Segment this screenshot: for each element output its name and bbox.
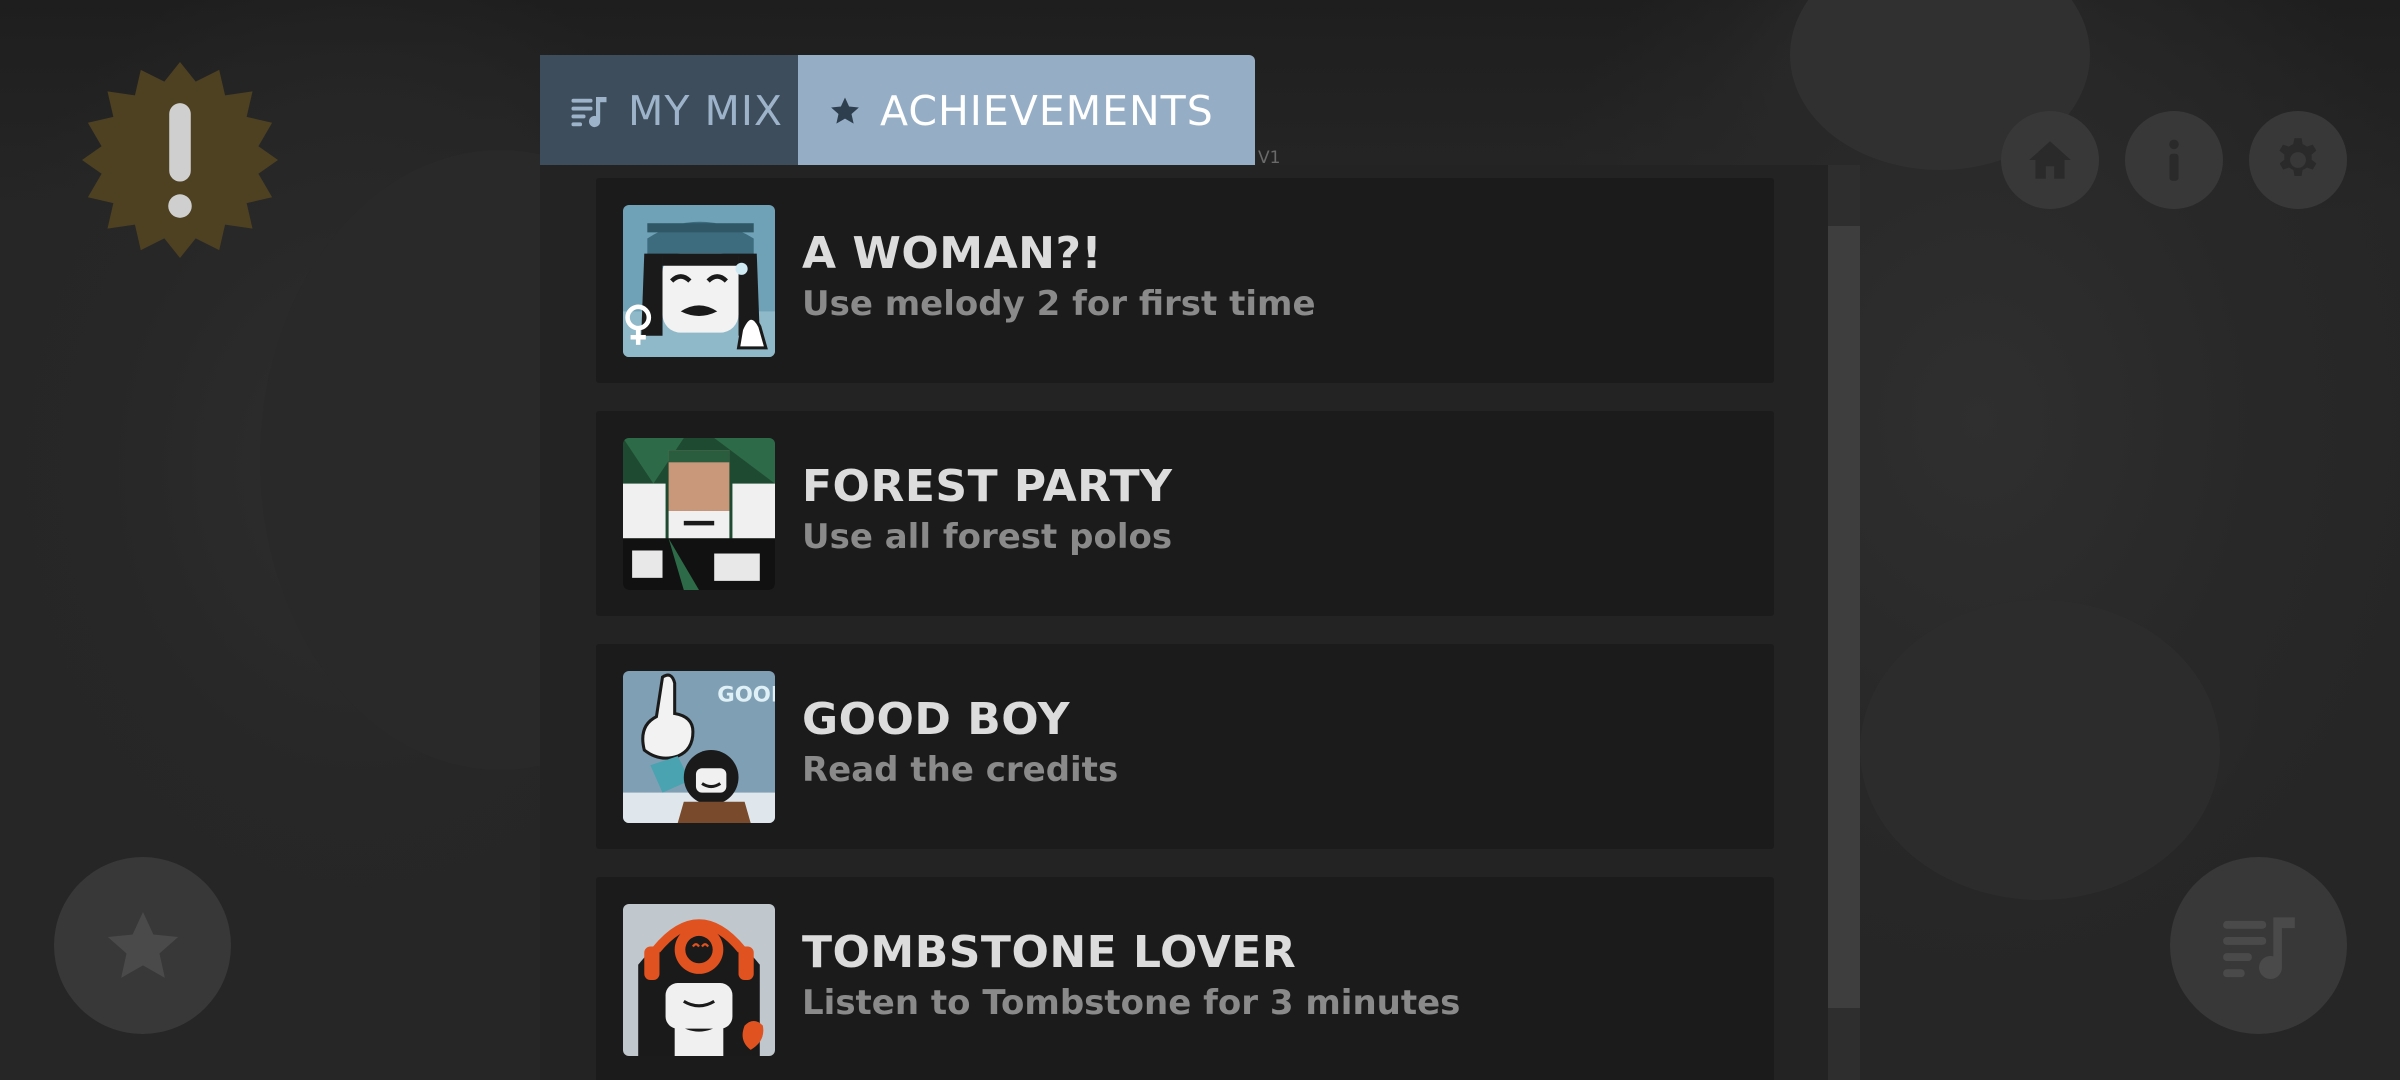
achievement-image [623, 438, 775, 590]
woman-character-image [623, 205, 775, 357]
achievements-button[interactable] [54, 857, 231, 1034]
good-boy-image: GOOD BOY [623, 671, 775, 823]
good-boy-text: GOOD BOY [717, 682, 775, 707]
achievement-card[interactable]: TOMBSTONE LOVER Listen to Tombstone for … [596, 877, 1774, 1080]
tombstone-character-image [623, 904, 775, 1056]
star-icon [107, 911, 178, 978]
my-mix-button[interactable] [2170, 857, 2347, 1034]
home-button[interactable] [2001, 111, 2099, 209]
achievement-description: Read the credits [802, 750, 1119, 790]
info-button[interactable] [2125, 111, 2223, 209]
achievement-image [623, 205, 775, 357]
achievement-title: FOREST PARTY [802, 461, 1173, 512]
info-icon [2169, 139, 2179, 181]
background-shape [1860, 600, 2220, 900]
playlist-music-icon [571, 96, 607, 127]
achievement-card[interactable]: GOOD BOY GOOD BOY Read the credits [596, 644, 1774, 849]
achievement-description: Listen to Tombstone for 3 minutes [802, 983, 1461, 1023]
achievement-title: GOOD BOY [802, 694, 1070, 745]
scrollbar-thumb[interactable] [1828, 226, 1860, 1008]
forest-party-image [623, 438, 775, 590]
tab-label: MY MIX [628, 86, 784, 135]
achievement-title: TOMBSTONE LOVER [802, 927, 1297, 978]
playlist-music-icon [2222, 916, 2295, 979]
tab-my-mix[interactable]: MY MIX [540, 55, 798, 166]
tab-achievements[interactable]: ACHIEVEMENTS [798, 55, 1255, 166]
achievement-title: A WOMAN?! [802, 228, 1103, 279]
achievement-card[interactable]: FOREST PARTY Use all forest polos [596, 411, 1774, 616]
achievement-image [623, 904, 775, 1056]
home-icon [2029, 141, 2071, 179]
alert-badge-icon[interactable] [82, 62, 278, 258]
settings-button[interactable] [2249, 111, 2347, 209]
tab-label: ACHIEVEMENTS [880, 86, 1214, 135]
gear-icon [2279, 138, 2317, 177]
achievement-description: Use all forest polos [802, 517, 1173, 557]
star-icon [831, 97, 859, 124]
exclamation-icon [82, 62, 278, 258]
achievement-description: Use melody 2 for first time [802, 284, 1316, 324]
achievement-image: GOOD BOY [623, 671, 775, 823]
achievement-card[interactable]: A WOMAN?! Use melody 2 for first time [596, 178, 1774, 383]
